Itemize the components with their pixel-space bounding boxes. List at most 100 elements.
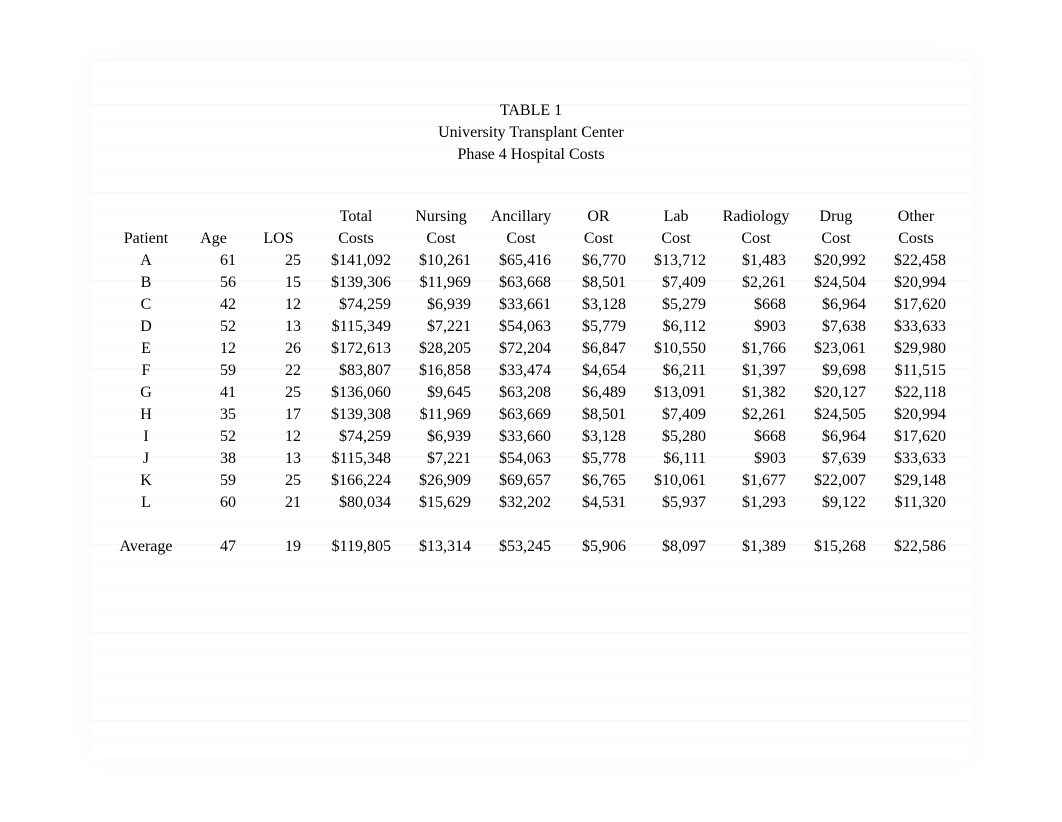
patient-cell: I: [111, 426, 181, 448]
lab-cell: $6,112: [636, 316, 716, 338]
lab-cell: $5,279: [636, 294, 716, 316]
total-cell: $139,306: [311, 272, 401, 294]
header-nursing-l2: Cost: [401, 228, 481, 250]
radiology-cell: $668: [716, 426, 796, 448]
los-cell: 22: [246, 360, 311, 382]
radiology-cell: $2,261: [716, 272, 796, 294]
or-cell: $4,654: [561, 360, 636, 382]
radiology-cell: $1,766: [716, 338, 796, 360]
lab-cell: $7,409: [636, 404, 716, 426]
header-lab-l1: Lab: [636, 206, 716, 228]
patient-cell: D: [111, 316, 181, 338]
total-cell: $115,348: [311, 448, 401, 470]
or-cell: $6,489: [561, 382, 636, 404]
patient-cell: F: [111, 360, 181, 382]
nursing-cell: $11,969: [401, 272, 481, 294]
drug-cell: $7,638: [796, 316, 876, 338]
or-cell: $6,847: [561, 338, 636, 360]
table-row: D5213$115,349$7,221$54,063$5,779$6,112$9…: [111, 316, 956, 338]
los-cell: 25: [246, 470, 311, 492]
header-drug-l1: Drug: [796, 206, 876, 228]
patient-cell: E: [111, 338, 181, 360]
header-lab-l2: Cost: [636, 228, 716, 250]
or-cell: $6,765: [561, 470, 636, 492]
header-other-l1: Other: [876, 206, 956, 228]
or-cell: $3,128: [561, 294, 636, 316]
or-cell: $6,770: [561, 250, 636, 272]
other-cell: $33,633: [876, 448, 956, 470]
ancillary-cell: $33,661: [481, 294, 561, 316]
lab-cell: $13,712: [636, 250, 716, 272]
los-cell: 15: [246, 272, 311, 294]
ancillary-cell: $32,202: [481, 492, 561, 514]
or-cell: $4,531: [561, 492, 636, 514]
los-cell: 12: [246, 294, 311, 316]
average-or: $5,906: [561, 536, 636, 558]
los-cell: 21: [246, 492, 311, 514]
or-cell: $5,778: [561, 448, 636, 470]
or-cell: $5,779: [561, 316, 636, 338]
header-total-l1: Total: [311, 206, 401, 228]
ancillary-cell: $63,208: [481, 382, 561, 404]
patient-cell: J: [111, 448, 181, 470]
average-row: Average 47 19 $119,805 $13,314 $53,245 $…: [111, 536, 956, 558]
drug-cell: $22,007: [796, 470, 876, 492]
drug-cell: $20,992: [796, 250, 876, 272]
age-cell: 42: [181, 294, 246, 316]
nursing-cell: $7,221: [401, 448, 481, 470]
header-or-l2: Cost: [561, 228, 636, 250]
table-row: A6125$141,092$10,261$65,416$6,770$13,712…: [111, 250, 956, 272]
average-other: $22,586: [876, 536, 956, 558]
or-cell: $3,128: [561, 426, 636, 448]
average-nursing: $13,314: [401, 536, 481, 558]
los-cell: 26: [246, 338, 311, 360]
other-cell: $20,994: [876, 404, 956, 426]
age-cell: 52: [181, 426, 246, 448]
radiology-cell: $668: [716, 294, 796, 316]
table-row: L6021$80,034$15,629$32,202$4,531$5,937$1…: [111, 492, 956, 514]
header-patient: Patient: [111, 228, 181, 250]
ancillary-cell: $69,657: [481, 470, 561, 492]
total-cell: $139,308: [311, 404, 401, 426]
radiology-cell: $1,382: [716, 382, 796, 404]
total-cell: $166,224: [311, 470, 401, 492]
header-nursing-l1: Nursing: [401, 206, 481, 228]
other-cell: $11,515: [876, 360, 956, 382]
subtitle: Phase 4 Hospital Costs: [111, 144, 951, 166]
table-row: F5922$83,807$16,858$33,474$4,654$6,211$1…: [111, 360, 956, 382]
nursing-cell: $16,858: [401, 360, 481, 382]
other-cell: $20,994: [876, 272, 956, 294]
drug-cell: $7,639: [796, 448, 876, 470]
header-ancillary-l1: Ancillary: [481, 206, 561, 228]
patient-cell: B: [111, 272, 181, 294]
or-cell: $8,501: [561, 404, 636, 426]
patient-cell: H: [111, 404, 181, 426]
other-cell: $11,320: [876, 492, 956, 514]
total-cell: $136,060: [311, 382, 401, 404]
average-ancillary: $53,245: [481, 536, 561, 558]
los-cell: 13: [246, 316, 311, 338]
drug-cell: $24,505: [796, 404, 876, 426]
other-cell: $22,118: [876, 382, 956, 404]
total-cell: $83,807: [311, 360, 401, 382]
other-cell: $17,620: [876, 294, 956, 316]
or-cell: $8,501: [561, 272, 636, 294]
header-age: Age: [181, 228, 246, 250]
table-header: Total Nursing Ancillary OR Lab Radiology…: [111, 206, 956, 250]
patient-cell: A: [111, 250, 181, 272]
drug-cell: $9,698: [796, 360, 876, 382]
nursing-cell: $6,939: [401, 294, 481, 316]
lab-cell: $5,937: [636, 492, 716, 514]
ancillary-cell: $54,063: [481, 316, 561, 338]
institution-name: University Transplant Center: [111, 122, 951, 144]
header-or-l1: OR: [561, 206, 636, 228]
average-drug: $15,268: [796, 536, 876, 558]
drug-cell: $6,964: [796, 426, 876, 448]
age-cell: 41: [181, 382, 246, 404]
nursing-cell: $9,645: [401, 382, 481, 404]
table-body: A6125$141,092$10,261$65,416$6,770$13,712…: [111, 250, 956, 514]
age-cell: 59: [181, 470, 246, 492]
lab-cell: $10,061: [636, 470, 716, 492]
lab-cell: $10,550: [636, 338, 716, 360]
header-drug-l2: Cost: [796, 228, 876, 250]
